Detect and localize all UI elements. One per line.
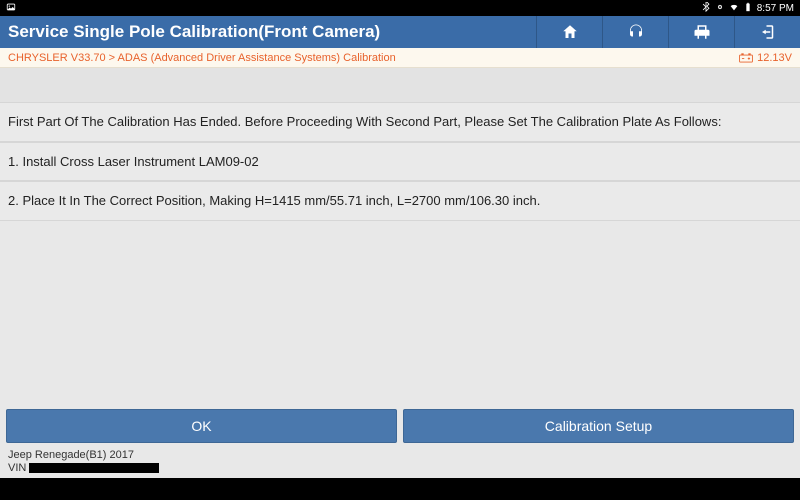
vehicle-model: Jeep Renegade(B1) 2017 <box>8 449 792 463</box>
exit-icon <box>759 23 777 41</box>
headset-icon <box>627 23 645 41</box>
android-status-bar: 8:57 PM <box>0 0 800 16</box>
instruction-row-2: 1. Install Cross Laser Instrument LAM09-… <box>0 142 800 182</box>
home-button[interactable] <box>536 16 602 48</box>
wifi-icon <box>729 2 739 15</box>
status-time: 8:57 PM <box>757 3 794 14</box>
ok-button[interactable]: OK <box>6 409 397 443</box>
breadcrumb-bar: CHRYSLER V33.70 > ADAS (Advanced Driver … <box>0 48 800 68</box>
content-fill <box>0 221 800 405</box>
support-button[interactable] <box>602 16 668 48</box>
voltage-value: 12.13V <box>757 52 792 64</box>
content-area: First Part Of The Calibration Has Ended.… <box>0 68 800 478</box>
calibration-setup-label: Calibration Setup <box>545 418 652 434</box>
calibration-setup-button[interactable]: Calibration Setup <box>403 409 794 443</box>
content-spacer <box>0 68 800 102</box>
ok-button-label: OK <box>191 418 211 434</box>
gps-icon <box>715 2 725 15</box>
vin-redacted <box>29 463 159 473</box>
instruction-row-3: 2. Place It In The Correct Position, Mak… <box>0 181 800 221</box>
exit-button[interactable] <box>734 16 800 48</box>
image-icon <box>6 2 16 15</box>
bluetooth-icon <box>701 2 711 15</box>
battery-voltage: 12.13V <box>739 52 792 64</box>
android-nav-bar <box>0 478 800 500</box>
printer-icon <box>693 23 711 41</box>
breadcrumb-path: CHRYSLER V33.70 > ADAS (Advanced Driver … <box>8 52 739 64</box>
battery-icon <box>743 2 753 15</box>
car-battery-icon <box>739 53 753 63</box>
action-button-row: OK Calibration Setup <box>0 405 800 447</box>
app-screen: 8:57 PM Service Single Pole Calibration(… <box>0 0 800 500</box>
vehicle-info: Jeep Renegade(B1) 2017 VIN <box>0 447 800 479</box>
instruction-row-1: First Part Of The Calibration Has Ended.… <box>0 102 800 142</box>
page-title: Service Single Pole Calibration(Front Ca… <box>0 22 536 42</box>
home-icon <box>561 23 579 41</box>
print-button[interactable] <box>668 16 734 48</box>
app-header: Service Single Pole Calibration(Front Ca… <box>0 16 800 48</box>
vin-label: VIN <box>8 462 26 474</box>
